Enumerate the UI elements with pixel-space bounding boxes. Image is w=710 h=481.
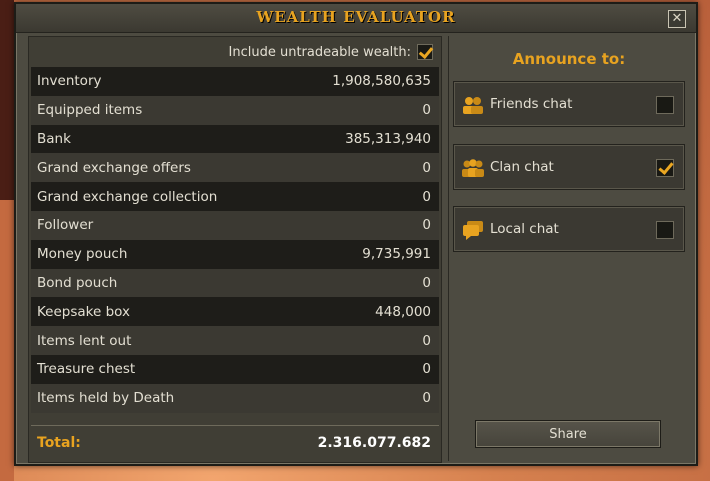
wealth-row-ge-collection: Grand exchange collection 0: [31, 182, 439, 211]
friends-chat-checkbox[interactable]: [656, 96, 674, 114]
row-label: Equipped items: [37, 102, 143, 119]
total-bar: Total: 2.316.077.682: [31, 425, 439, 459]
total-label: Total:: [37, 434, 81, 451]
clan-chat-icon: [462, 159, 484, 177]
row-label: Follower: [37, 217, 94, 234]
total-value: 2.316.077.682: [317, 434, 431, 451]
local-chat-icon: [463, 221, 483, 240]
row-value: 1,908,580,635: [332, 73, 431, 90]
row-value: 0: [422, 159, 431, 176]
row-label: Grand exchange offers: [37, 159, 191, 176]
wealth-row-ge-offers: Grand exchange offers 0: [31, 153, 439, 183]
row-value: 0: [422, 217, 431, 234]
row-value: 9,735,991: [362, 246, 431, 263]
announce-option-friends-chat[interactable]: Friends chat: [453, 81, 685, 127]
row-label: Grand exchange collection: [37, 188, 218, 205]
wealth-evaluator-window: WEALTH EVALUATOR ✕ Include untradeable w…: [14, 2, 698, 466]
wealth-row-bank: Bank 385,313,940: [31, 124, 439, 154]
title-bar: WEALTH EVALUATOR ✕: [16, 4, 696, 33]
wealth-row-items-lent-out: Items lent out 0: [31, 326, 439, 355]
announce-option-local-chat[interactable]: Local chat: [453, 206, 685, 252]
row-value: 0: [422, 332, 431, 349]
announce-title: Announce to:: [512, 50, 626, 68]
row-label: Bank: [37, 130, 71, 147]
background-left-light: [0, 200, 14, 481]
row-label: Items lent out: [37, 332, 132, 349]
window-title: WEALTH EVALUATOR: [256, 8, 456, 26]
close-button[interactable]: ✕: [668, 10, 686, 28]
row-label: Treasure chest: [37, 361, 136, 378]
clan-chat-checkbox[interactable]: [656, 159, 674, 177]
friends-chat-icon: [463, 97, 483, 114]
include-untradeable-checkbox[interactable]: [417, 44, 433, 60]
background-left-dark: [0, 0, 14, 200]
wealth-row-bond-pouch: Bond pouch 0: [31, 268, 439, 298]
announce-panel: Announce to: Friends chat Clan chat Loca…: [448, 36, 689, 461]
include-untradeable-row: Include untradeable wealth:: [229, 43, 433, 61]
wealth-row-money-pouch: Money pouch 9,735,991: [31, 239, 439, 269]
row-label: Bond pouch: [37, 274, 118, 291]
row-label: Keepsake box: [37, 303, 131, 320]
share-button[interactable]: Share: [475, 420, 661, 448]
include-untradeable-label: Include untradeable wealth:: [228, 44, 411, 60]
row-label: Money pouch: [37, 246, 128, 263]
row-value: 0: [422, 390, 431, 407]
wealth-row-follower: Follower 0: [31, 210, 439, 240]
announce-option-clan-chat[interactable]: Clan chat: [453, 144, 685, 190]
row-value: 0: [422, 274, 431, 291]
local-chat-checkbox[interactable]: [656, 221, 674, 239]
row-value: 0: [422, 361, 431, 378]
wealth-row-inventory: Inventory 1,908,580,635: [31, 67, 439, 96]
row-value: 0: [422, 102, 431, 119]
wealth-breakdown-panel: Include untradeable wealth: Inventory 1,…: [28, 36, 442, 463]
clan-chat-label: Clan chat: [490, 159, 554, 175]
wealth-row-treasure-chest: Treasure chest 0: [31, 354, 439, 384]
row-value: 385,313,940: [345, 130, 431, 147]
row-value: 0: [422, 188, 431, 205]
row-label: Items held by Death: [37, 390, 175, 407]
row-value: 448,000: [375, 303, 431, 320]
wealth-rows: Inventory 1,908,580,635 Equipped items 0…: [31, 67, 439, 413]
wealth-row-equipped-items: Equipped items 0: [31, 95, 439, 125]
wealth-row-keepsake-box: Keepsake box 448,000: [31, 297, 439, 327]
friends-chat-label: Friends chat: [490, 96, 573, 112]
local-chat-label: Local chat: [490, 221, 559, 237]
row-label: Inventory: [37, 73, 102, 90]
wealth-row-items-held-by-death: Items held by Death 0: [31, 383, 439, 413]
